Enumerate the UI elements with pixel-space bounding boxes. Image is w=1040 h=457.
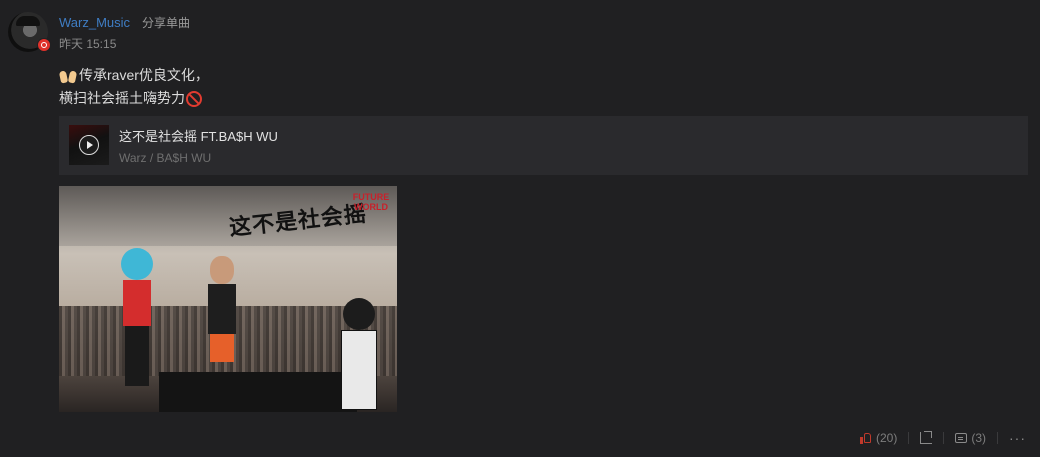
post-line-2: 横扫社会摇土嗨势力 xyxy=(59,87,209,110)
song-title[interactable]: 这不是社会摇 FT.BA$H WU xyxy=(119,129,278,145)
more-button[interactable]: ··· xyxy=(1009,430,1026,446)
more-icon: ··· xyxy=(1009,430,1026,446)
image-dj-deck xyxy=(159,372,357,412)
image-event-logo: FUTURE WORLD xyxy=(352,192,390,212)
avatar-hat-shape xyxy=(16,16,40,26)
feed-post: Warz_Music 分享单曲 昨天 15:15 传承raver优良文化， 横扫… xyxy=(0,0,1040,457)
share-action-label: 分享单曲 xyxy=(142,16,191,30)
thumbs-up-icon xyxy=(859,432,872,444)
post-line-2-text: 横扫社会摇土嗨势力 xyxy=(59,90,185,106)
post-timestamp[interactable]: 昨天 15:15 xyxy=(59,36,116,52)
username-link[interactable]: Warz_Music xyxy=(59,15,130,31)
post-text: 传承raver优良文化， 横扫社会摇土嗨势力 xyxy=(59,64,209,110)
post-line-1: 传承raver优良文化， xyxy=(59,64,209,87)
raising-hands-icon xyxy=(59,67,77,85)
song-card[interactable]: 这不是社会摇 FT.BA$H WU Warz / BA$H WU xyxy=(59,116,1028,175)
song-artist[interactable]: Warz / BA$H WU xyxy=(119,151,211,166)
action-divider xyxy=(943,432,945,444)
like-count: (20) xyxy=(875,431,898,445)
share-icon xyxy=(920,431,933,444)
action-divider xyxy=(997,432,998,444)
comment-icon xyxy=(955,433,968,443)
comment-count: (3) xyxy=(971,431,986,445)
post-line-1-text: 传承raver优良文化， xyxy=(79,67,209,83)
action-divider xyxy=(908,432,910,444)
play-icon[interactable] xyxy=(79,135,99,155)
post-image[interactable]: 这不是社会摇 FUTURE WORLD xyxy=(59,186,397,412)
prohibited-icon xyxy=(186,90,202,107)
share-button[interactable] xyxy=(920,431,933,444)
like-button[interactable]: (20) xyxy=(859,430,898,446)
comment-button[interactable]: (3) xyxy=(955,430,986,446)
musician-badge-icon xyxy=(37,38,51,52)
post-actions: (20) (3) ··· xyxy=(859,430,1026,446)
song-cover[interactable] xyxy=(69,125,109,165)
image-figure-left xyxy=(117,248,157,388)
image-figure-center xyxy=(204,256,240,386)
image-figure-right xyxy=(337,298,381,410)
